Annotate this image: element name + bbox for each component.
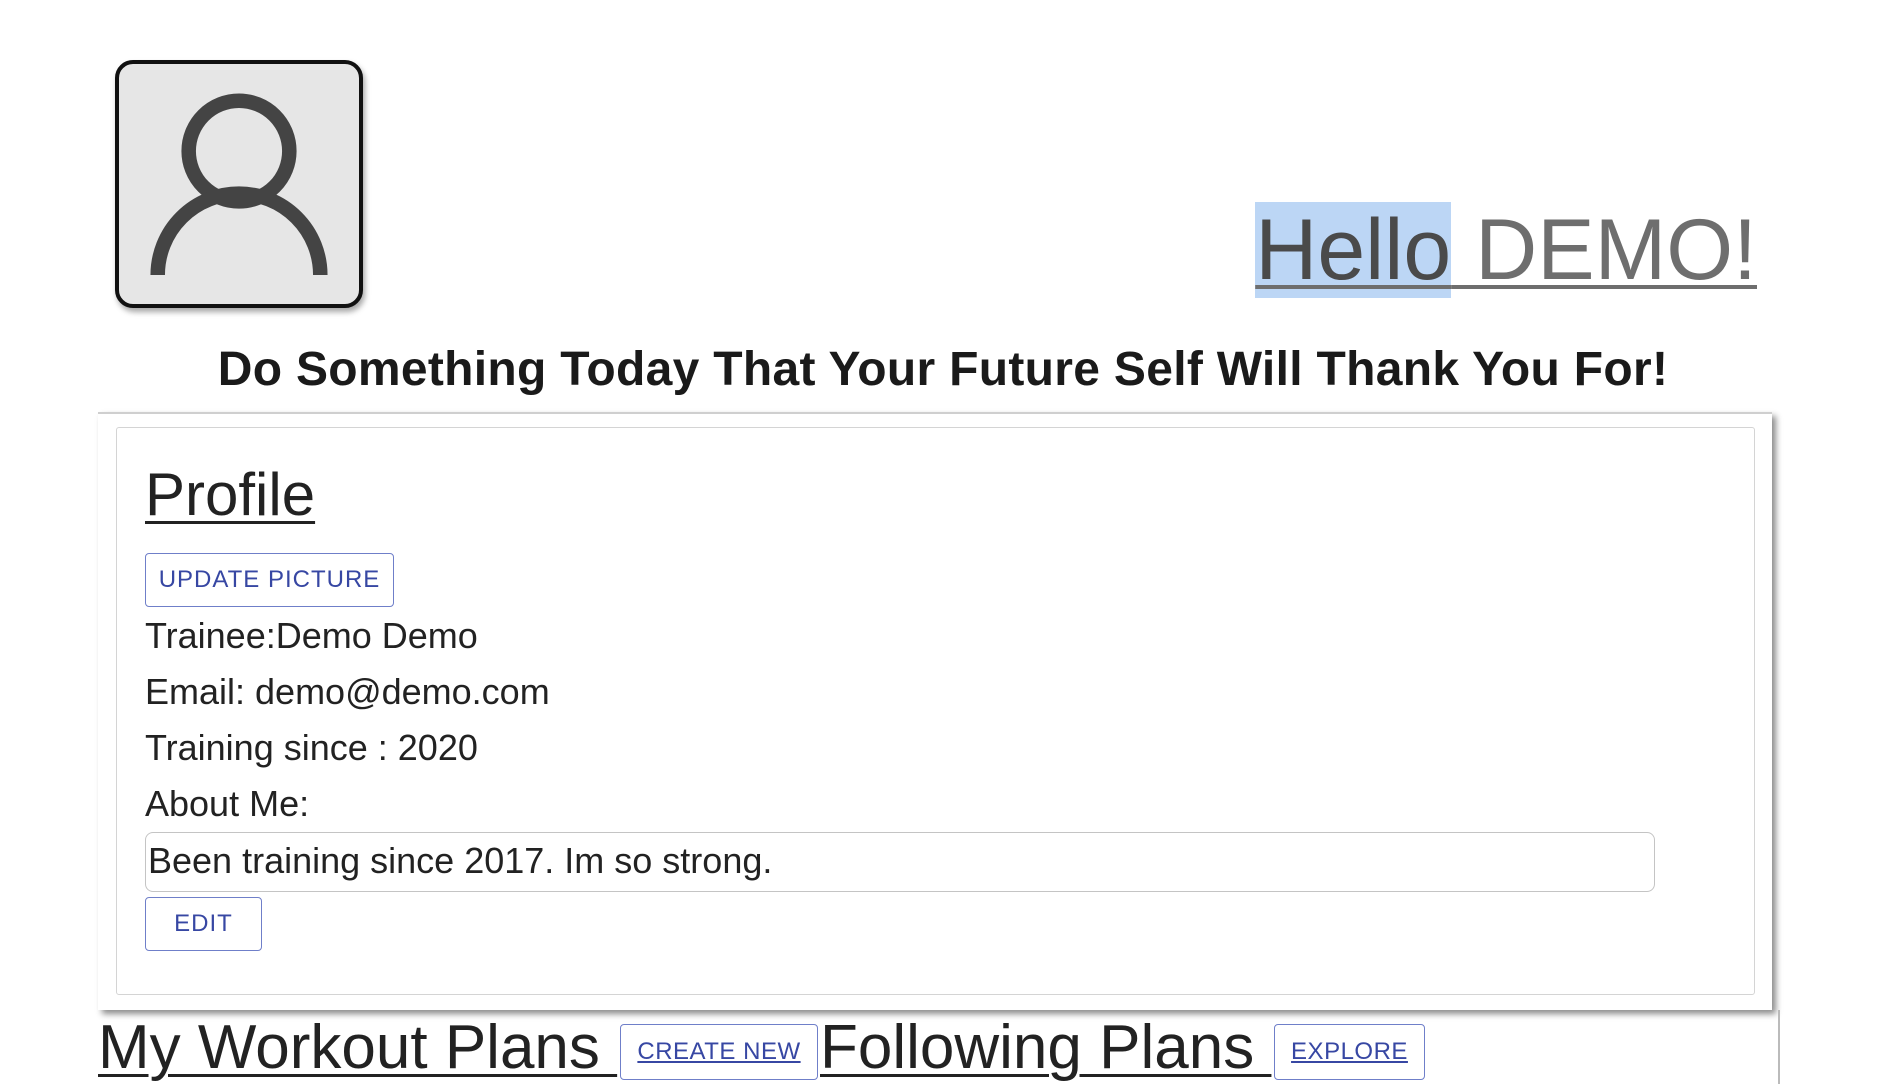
divider [1778,1010,1780,1084]
about-me-label: About Me: [145,783,310,824]
trainee-name: Trainee:Demo Demo [145,615,478,656]
about-me-field[interactable]: Been training since 2017. Im so strong. [145,832,1655,892]
create-new-button[interactable]: CREATE NEW [620,1024,818,1080]
update-picture-button[interactable]: UPDATE PICTURE [145,553,394,607]
user-icon [150,93,328,276]
greeting-name: DEMO! [1451,202,1757,298]
profile-title: Profile [145,461,316,528]
following-plans-title[interactable]: Following Plans [820,1012,1271,1084]
trainee-email: Email: demo@demo.com [145,671,550,712]
training-since: Training since : 2020 [145,727,478,768]
edit-button[interactable]: EDIT [145,897,262,951]
avatar [115,60,363,308]
greeting-heading: Hello DEMO! [1255,200,1757,300]
explore-button[interactable]: EXPLORE [1274,1024,1425,1080]
motto-text: Do Something Today That Your Future Self… [217,343,1669,396]
my-workout-plans-title[interactable]: My Workout Plans [98,1012,617,1084]
greeting-hello: Hello [1255,202,1452,298]
